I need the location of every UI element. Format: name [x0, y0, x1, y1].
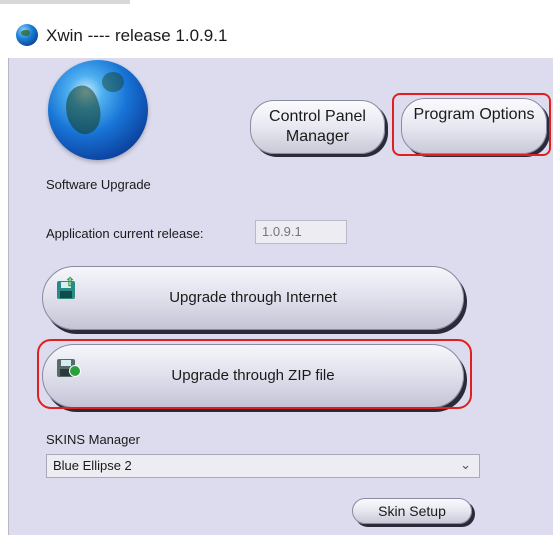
arrow-up-icon: ⇧: [65, 275, 76, 289]
skin-select[interactable]: Blue Ellipse 2 ⌄: [46, 454, 480, 478]
chevron-down-icon: ⌄: [460, 457, 471, 472]
title-bar: Xwin ---- release 1.0.9.1: [0, 14, 553, 58]
highlight-upgrade-zip: [37, 339, 472, 409]
highlight-program-options: [392, 93, 551, 156]
skin-setup-label: Skin Setup: [378, 503, 446, 519]
tab-label: Control Panel Manager: [269, 108, 366, 145]
software-upgrade-label: Software Upgrade: [46, 177, 151, 192]
upgrade-internet-button[interactable]: ⇧ Upgrade through Internet: [42, 266, 464, 330]
skin-setup-button[interactable]: Skin Setup: [352, 498, 472, 524]
skin-select-value: Blue Ellipse 2: [53, 458, 132, 473]
globe-land: [102, 72, 124, 92]
globe-land: [59, 81, 107, 139]
current-release-field: 1.0.9.1: [255, 220, 347, 244]
tab-control-panel-manager[interactable]: Control Panel Manager: [250, 100, 385, 154]
window-title: Xwin ---- release 1.0.9.1: [46, 26, 228, 45]
previous-window-edge: [0, 0, 130, 4]
globe-app-icon: [16, 24, 38, 46]
top-strip: [0, 0, 553, 14]
skins-manager-label: SKINS Manager: [46, 432, 140, 447]
upgrade-internet-label: Upgrade through Internet: [169, 289, 337, 306]
current-release-label: Application current release:: [46, 226, 204, 241]
globe-logo-icon: [48, 60, 148, 160]
